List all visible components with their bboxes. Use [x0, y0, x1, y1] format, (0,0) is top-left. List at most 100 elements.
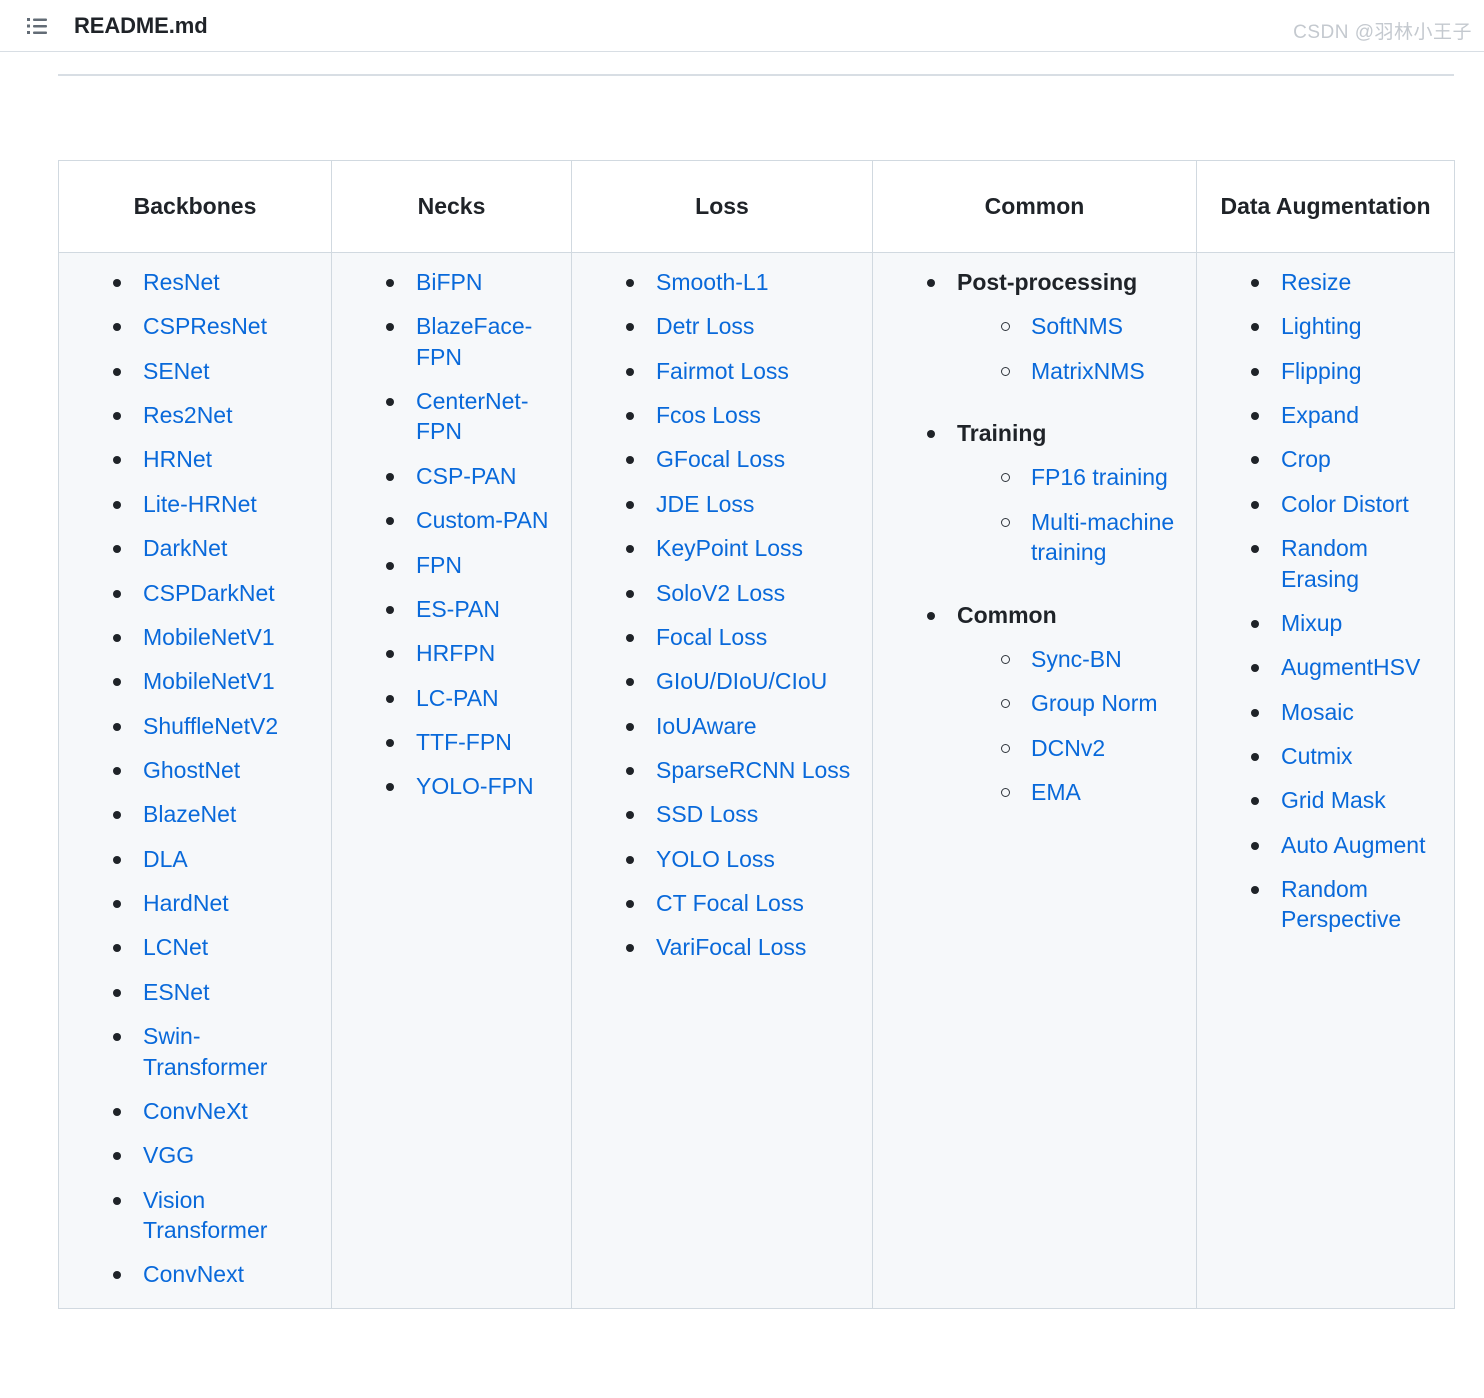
augmentation-link[interactable]: Flipping: [1281, 358, 1362, 384]
augmentation-link[interactable]: Expand: [1281, 402, 1359, 428]
loss-link[interactable]: Fairmot Loss: [656, 358, 789, 384]
backbone-link[interactable]: HRNet: [143, 446, 212, 472]
loss-link[interactable]: Focal Loss: [656, 624, 767, 650]
list-item: CSPResNet: [113, 311, 323, 341]
backbone-link[interactable]: ResNet: [143, 269, 220, 295]
cell-necks: BiFPN BlazeFace-FPN CenterNet-FPN CSP-PAN Cu…: [331, 252, 572, 1309]
loss-link[interactable]: GFocal Loss: [656, 446, 785, 472]
loss-link[interactable]: Detr Loss: [656, 313, 754, 339]
list-item: LCNet: [113, 932, 323, 962]
loss-link[interactable]: IoUAware: [656, 713, 757, 739]
list-item: Custom-PAN: [386, 505, 563, 535]
common-link[interactable]: MatrixNMS: [1031, 358, 1145, 384]
backbone-link[interactable]: SENet: [143, 358, 209, 384]
list-item: DLA: [113, 844, 323, 874]
augmentation-link[interactable]: Mixup: [1281, 610, 1342, 636]
common-link[interactable]: DCNv2: [1031, 735, 1105, 761]
augmentation-link[interactable]: AugmentHSV: [1281, 654, 1420, 680]
loss-link[interactable]: CT Focal Loss: [656, 890, 804, 916]
common-link[interactable]: FP16 training: [1031, 464, 1168, 490]
unordered-list-icon[interactable]: [26, 15, 48, 37]
neck-link[interactable]: TTF-FPN: [416, 729, 512, 755]
backbone-link[interactable]: LCNet: [143, 934, 208, 960]
backbone-link[interactable]: CSPResNet: [143, 313, 267, 339]
backbone-link[interactable]: Lite-HRNet: [143, 491, 257, 517]
backbone-link[interactable]: GhostNet: [143, 757, 240, 783]
backbone-link[interactable]: HardNet: [143, 890, 229, 916]
neck-link[interactable]: LC-PAN: [416, 685, 499, 711]
loss-link[interactable]: SSD Loss: [656, 801, 758, 827]
backbone-link[interactable]: ConvNeXt: [143, 1098, 248, 1124]
loss-link[interactable]: SparseRCNN Loss: [656, 757, 850, 783]
list-item: CenterNet-FPN: [386, 386, 563, 447]
sub-list: Sync-BN Group Norm DCNv2 EMA: [957, 644, 1188, 807]
augmentation-link[interactable]: Lighting: [1281, 313, 1362, 339]
augmentation-link[interactable]: Cutmix: [1281, 743, 1353, 769]
backbone-link[interactable]: ConvNext: [143, 1261, 244, 1287]
augmentation-link[interactable]: Resize: [1281, 269, 1351, 295]
horizontal-rule: [58, 74, 1454, 76]
neck-link[interactable]: CSP-PAN: [416, 463, 517, 489]
augmentation-link[interactable]: Color Distort: [1281, 491, 1409, 517]
data-augmentation-list: Resize Lighting Flipping Expand Crop Color Di…: [1205, 267, 1446, 935]
common-link[interactable]: Sync-BN: [1031, 646, 1122, 672]
group-label: Post-processing: [957, 269, 1138, 296]
backbone-link[interactable]: ESNet: [143, 979, 209, 1005]
backbone-link[interactable]: CSPDarkNet: [143, 580, 275, 606]
augmentation-link[interactable]: Random Perspective: [1281, 876, 1401, 932]
augmentation-link[interactable]: Crop: [1281, 446, 1331, 472]
loss-link[interactable]: GIoU/DIoU/CIoU: [656, 668, 827, 694]
backbone-link[interactable]: VGG: [143, 1142, 194, 1168]
sub-list-item: Group Norm: [1001, 688, 1188, 718]
common-link[interactable]: Multi-machine training: [1031, 509, 1174, 565]
list-item: BlazeNet: [113, 799, 323, 829]
neck-link[interactable]: YOLO-FPN: [416, 773, 534, 799]
list-item: Lite-HRNet: [113, 489, 323, 519]
backbone-link[interactable]: MobileNetV1: [143, 668, 275, 694]
list-item: SparseRCNN Loss: [626, 755, 864, 785]
neck-link[interactable]: BiFPN: [416, 269, 482, 295]
sub-list-item: EMA: [1001, 777, 1188, 807]
backbone-link[interactable]: DarkNet: [143, 535, 227, 561]
loss-link[interactable]: SoloV2 Loss: [656, 580, 785, 606]
backbone-link[interactable]: Swin-Transformer: [143, 1023, 267, 1079]
neck-link[interactable]: CenterNet-FPN: [416, 388, 528, 444]
backbone-link[interactable]: MobileNetV1: [143, 624, 275, 650]
loss-link[interactable]: YOLO Loss: [656, 846, 775, 872]
backbone-link[interactable]: ShuffleNetV2: [143, 713, 278, 739]
backbone-link[interactable]: Res2Net: [143, 402, 232, 428]
augmentation-link[interactable]: Auto Augment: [1281, 832, 1426, 858]
table-body: ResNet CSPResNet SENet Res2Net HRNet Lite-HRN…: [58, 252, 1455, 1309]
list-item: TTF-FPN: [386, 727, 563, 757]
neck-link[interactable]: ES-PAN: [416, 596, 500, 622]
neck-link[interactable]: Custom-PAN: [416, 507, 549, 533]
loss-link[interactable]: Smooth-L1: [656, 269, 769, 295]
loss-link[interactable]: Fcos Loss: [656, 402, 761, 428]
list-item: VariFocal Loss: [626, 932, 864, 962]
neck-link[interactable]: HRFPN: [416, 640, 495, 666]
common-link[interactable]: Group Norm: [1031, 690, 1158, 716]
common-list: Post-processing SoftNMS MatrixNMS Training F…: [881, 267, 1188, 807]
backbone-link[interactable]: DLA: [143, 846, 188, 872]
augmentation-link[interactable]: Grid Mask: [1281, 787, 1386, 813]
list-item: Focal Loss: [626, 622, 864, 652]
sub-list-item: FP16 training: [1001, 462, 1188, 492]
common-link[interactable]: EMA: [1031, 779, 1081, 805]
augmentation-link[interactable]: Random Erasing: [1281, 535, 1368, 591]
list-item: ShuffleNetV2: [113, 711, 323, 741]
list-item: Res2Net: [113, 400, 323, 430]
loss-link[interactable]: VariFocal Loss: [656, 934, 806, 960]
neck-link[interactable]: FPN: [416, 552, 462, 578]
augmentation-link[interactable]: Mosaic: [1281, 699, 1354, 725]
backbone-link[interactable]: BlazeNet: [143, 801, 236, 827]
loss-list: Smooth-L1 Detr Loss Fairmot Loss Fcos Loss G…: [580, 267, 864, 963]
backbone-link[interactable]: Vision Transformer: [143, 1187, 267, 1243]
list-item: Flipping: [1251, 356, 1446, 386]
common-link[interactable]: SoftNMS: [1031, 313, 1123, 339]
loss-link[interactable]: JDE Loss: [656, 491, 754, 517]
loss-link[interactable]: KeyPoint Loss: [656, 535, 803, 561]
sub-list-item: Multi-machine training: [1001, 507, 1188, 568]
column-header-data-augmentation: Data Augmentation: [1196, 159, 1455, 254]
neck-link[interactable]: BlazeFace-FPN: [416, 313, 532, 369]
list-item: ConvNeXt: [113, 1096, 323, 1126]
